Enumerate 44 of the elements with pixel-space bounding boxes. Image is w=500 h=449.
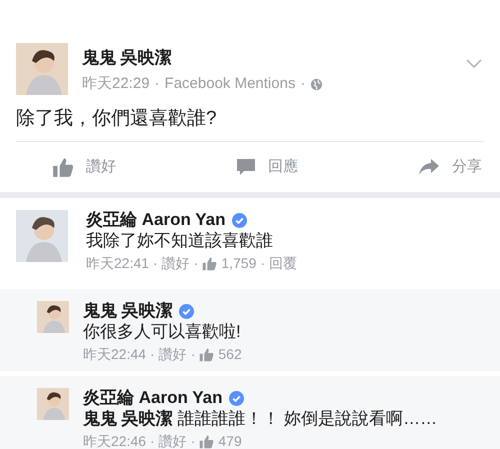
- like-count: 479: [218, 432, 242, 449]
- separator-dot: ·: [260, 254, 266, 273]
- thumbs-up-icon: [199, 434, 214, 448]
- separator-dot: ·: [153, 254, 158, 273]
- comment-time: 昨天22:44: [83, 345, 146, 364]
- like-link[interactable]: 讚好: [158, 343, 187, 365]
- separator-dot: ·: [194, 254, 198, 273]
- like-link[interactable]: 讚好: [158, 430, 187, 449]
- avatar-icon: [16, 210, 68, 262]
- separator-dot: ·: [300, 74, 306, 94]
- avatar-icon: [16, 43, 68, 95]
- like-button[interactable]: 讚好: [52, 156, 116, 178]
- share-arrow-icon: [418, 158, 440, 176]
- post-time: 昨天22:29: [82, 74, 150, 94]
- like-link[interactable]: 讚好: [162, 252, 190, 274]
- separator-dot: ·: [150, 345, 155, 364]
- separator-dot: ·: [190, 345, 196, 364]
- thumbs-up-icon: [199, 346, 214, 362]
- separator-dot: ·: [150, 432, 155, 449]
- thumbs-up-icon: [52, 156, 74, 178]
- globe-icon: [310, 78, 324, 90]
- speech-bubble-icon: [236, 157, 256, 177]
- avatar-icon: [37, 301, 69, 333]
- commenter-name[interactable]: 鬼鬼 吳映潔: [83, 301, 173, 321]
- author-name[interactable]: 鬼鬼 吳映潔: [82, 47, 452, 69]
- share-button[interactable]: 分享: [418, 156, 482, 178]
- like-count: 562: [218, 345, 242, 364]
- separator-dot: ·: [154, 74, 160, 94]
- thumbs-up-icon: [202, 256, 218, 270]
- avatar-icon: [37, 388, 69, 420]
- reply-link[interactable]: 回覆: [269, 252, 298, 274]
- chevron-down-icon[interactable]: [466, 59, 482, 69]
- commenter-name[interactable]: 炎亞綸 Aaron Yan: [83, 388, 222, 408]
- commenter-name[interactable]: 炎亞綸 Aaron Yan: [86, 210, 226, 230]
- comment-time: 昨天22:41: [86, 254, 150, 273]
- comment-button[interactable]: 回應: [236, 156, 298, 178]
- separator-dot: ·: [190, 432, 196, 449]
- comment-time: 昨天22:46: [83, 432, 146, 449]
- post-source: Facebook Mentions: [164, 74, 296, 94]
- comment-text: 鬼鬼 吳映潔 誰誰誰誰！！ 妳倒是說說看啊……: [83, 408, 438, 429]
- comment-text: 你很多人可以喜歡啦!: [83, 321, 242, 342]
- like-count: 1,759: [221, 254, 256, 273]
- post-text: 除了我，你們還喜歡誰?: [15, 107, 218, 131]
- comment-text: 我除了妳不知道該喜歡誰: [86, 230, 274, 251]
